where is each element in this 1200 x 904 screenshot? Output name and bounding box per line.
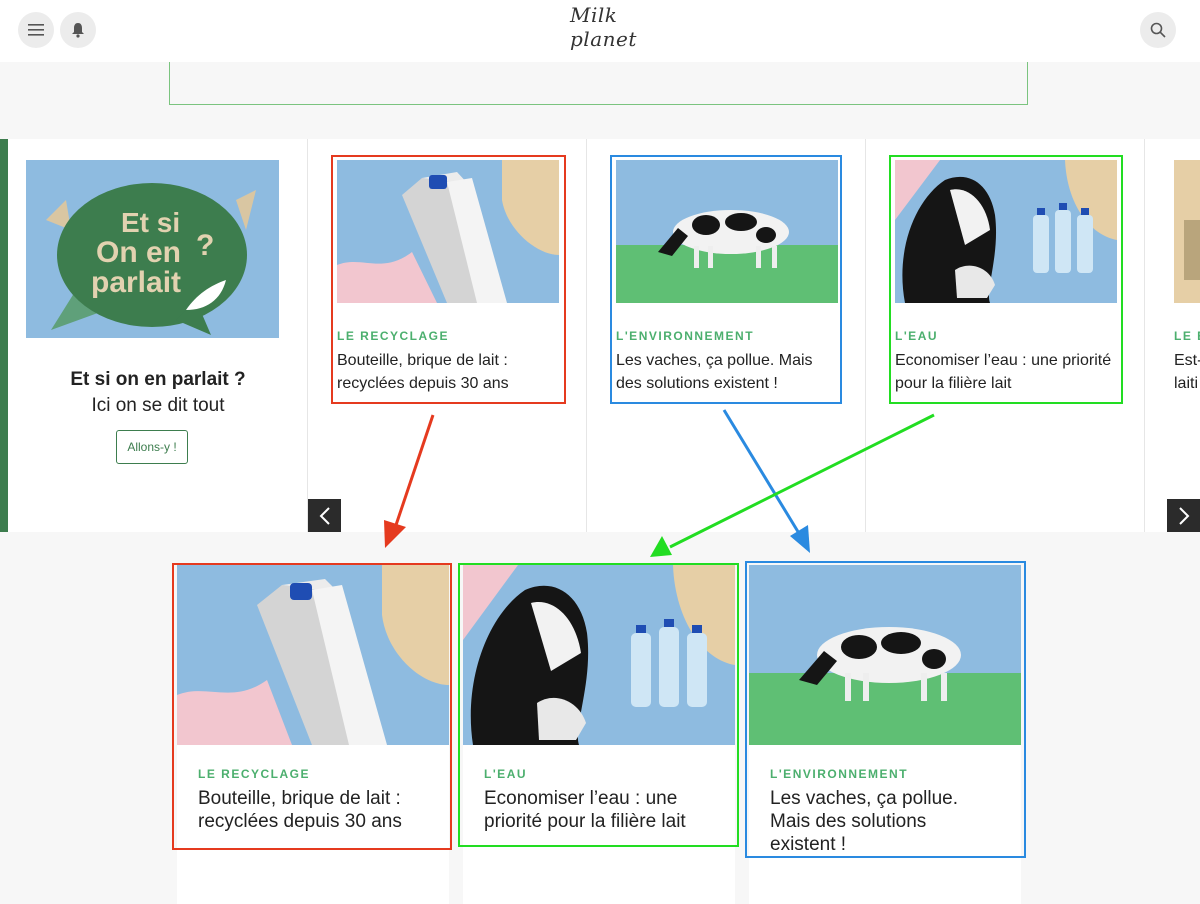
arrow-blue	[722, 409, 810, 553]
arrow-red	[384, 414, 435, 548]
annotation-arrows	[384, 409, 935, 557]
